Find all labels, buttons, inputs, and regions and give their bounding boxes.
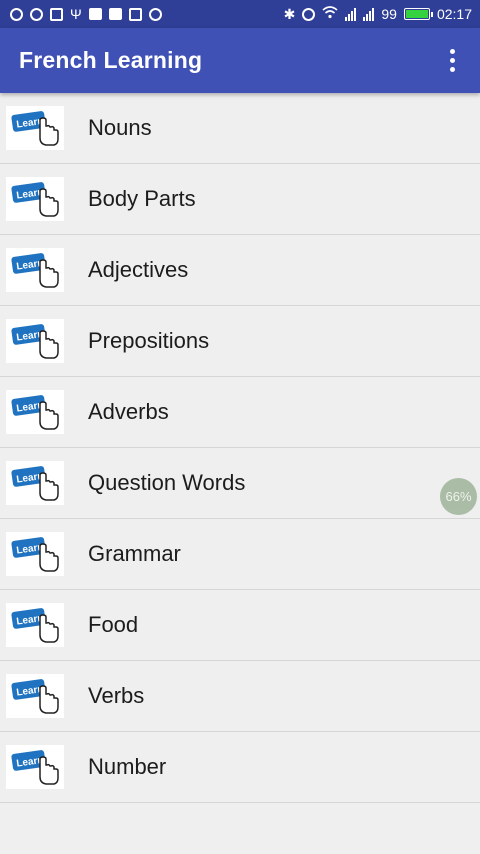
battery-icon	[403, 8, 433, 20]
list-item[interactable]: Learn Question Words	[0, 448, 480, 519]
learn-thumbnail: Learn	[6, 532, 64, 576]
hand-pointer-icon	[39, 259, 59, 288]
usb-icon: Ψ	[70, 6, 82, 22]
list-item[interactable]: Learn Nouns	[0, 93, 480, 164]
hand-pointer-icon	[39, 543, 59, 572]
list-item-label: Grammar	[88, 541, 181, 566]
wifi-icon	[322, 6, 338, 22]
list-item-label: Number	[88, 754, 167, 779]
grid-app-icon	[88, 8, 102, 20]
learn-thumbnail: Learn	[6, 248, 64, 292]
status-time: 02:17	[436, 6, 472, 22]
status-right-icons: ✱ 99 02:17	[284, 6, 472, 23]
learn-thumbnail: Learn	[6, 603, 64, 647]
learn-thumbnail: Learn	[6, 745, 64, 789]
battery-percent: 99	[381, 6, 397, 22]
lastpass-icon	[128, 7, 142, 21]
list-item[interactable]: Learn Grammar	[0, 519, 480, 590]
hand-pointer-icon	[39, 117, 59, 146]
list-item[interactable]: Learn Adverbs	[0, 377, 480, 448]
hand-pointer-icon	[39, 685, 59, 714]
signal-icon	[363, 7, 375, 21]
floating-badge[interactable]: 66%	[440, 478, 477, 515]
list-item-label: Adjectives	[88, 257, 189, 282]
learn-thumbnail: Learn	[6, 390, 64, 434]
learn-thumbnail: Learn	[6, 319, 64, 363]
learn-thumbnail: Learn	[6, 106, 64, 150]
list-item-label: Body Parts	[88, 186, 196, 211]
list-item[interactable]: Learn Food	[0, 590, 480, 661]
status-bar: Ψ ✱ 99 02:17	[0, 0, 480, 28]
image-icon	[50, 7, 63, 21]
hand-pointer-icon	[39, 401, 59, 430]
hand-pointer-icon	[39, 756, 59, 785]
app-title: French Learning	[19, 47, 203, 73]
more-vert-icon[interactable]	[440, 41, 464, 81]
hand-pointer-icon	[39, 330, 59, 359]
alarm-icon	[302, 7, 316, 21]
list-item-label: Prepositions	[88, 328, 210, 353]
list-item-label: Food	[88, 612, 139, 637]
weibo-icon	[30, 7, 43, 21]
category-list: Learn Nouns Learn Body Parts Learn Adjectives…	[0, 93, 480, 803]
bluetooth-icon: ✱	[283, 5, 296, 22]
list-item-label: Adverbs	[88, 399, 169, 424]
list-item-label: Verbs	[88, 683, 145, 708]
list-item-label: Question Words	[88, 470, 246, 495]
signal-icon	[345, 7, 357, 21]
status-left-icons: Ψ	[10, 6, 162, 22]
hand-pointer-icon	[39, 188, 59, 217]
keyboard-icon	[108, 8, 122, 20]
app-bar: French Learning	[0, 28, 480, 93]
list-item-label: Nouns	[88, 115, 152, 140]
hand-pointer-icon	[39, 472, 59, 501]
list-item[interactable]: Learn Verbs	[0, 661, 480, 732]
notification-icon	[10, 7, 23, 21]
learn-thumbnail: Learn	[6, 461, 64, 505]
list-item[interactable]: Learn Number	[0, 732, 480, 803]
list-item[interactable]: Learn Adjectives	[0, 235, 480, 306]
hand-pointer-icon	[39, 614, 59, 643]
list-item[interactable]: Learn Prepositions	[0, 306, 480, 377]
learn-thumbnail: Learn	[6, 177, 64, 221]
clock-icon	[148, 7, 162, 21]
learn-thumbnail: Learn	[6, 674, 64, 718]
list-item[interactable]: Learn Body Parts	[0, 164, 480, 235]
